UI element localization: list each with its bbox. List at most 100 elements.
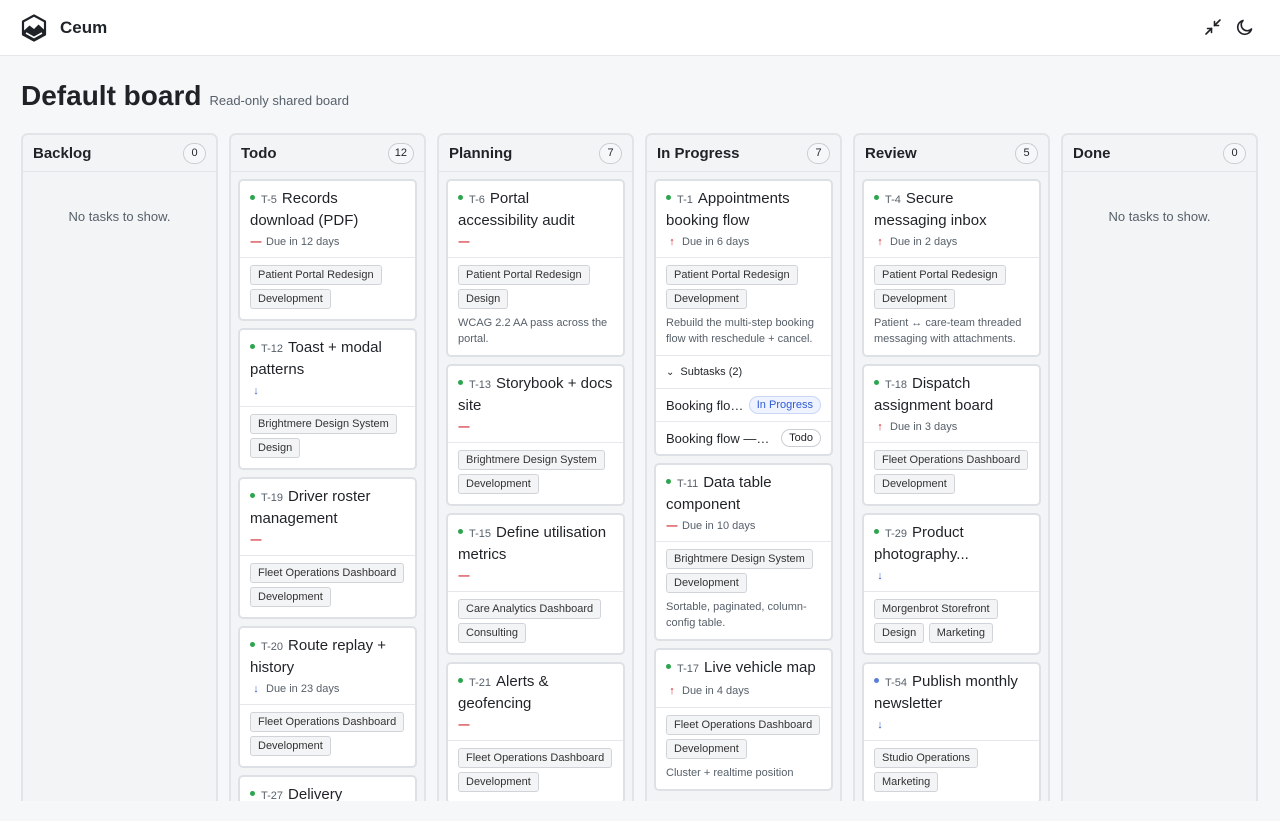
collapse-icon[interactable]	[1204, 18, 1222, 36]
status-dot	[250, 194, 255, 200]
task-description: Rebuild the multi-step booking flow with…	[666, 317, 814, 345]
empty-state: No tasks to show.	[68, 209, 171, 224]
column-count-badge: 0	[183, 142, 206, 164]
column-header: In Progress 7	[647, 135, 840, 172]
project-tag: Studio Operations	[874, 748, 979, 768]
task-id: T-20	[261, 641, 284, 653]
category-tag: Development	[666, 573, 747, 593]
project-tag: Brightmere Design System	[666, 549, 813, 569]
category-tag: Marketing	[874, 772, 939, 792]
task-card[interactable]: T-18 Dispatch assignment board ↑ Due in 3 …	[862, 364, 1041, 506]
task-id: T-6	[469, 194, 485, 206]
project-tag: Patient Portal Redesign	[250, 265, 382, 285]
due-date: Due in 23 days	[266, 682, 340, 695]
priority-medium-icon: —	[458, 718, 470, 731]
task-card[interactable]: T-11 Data table component — Due in 10 days…	[654, 463, 833, 641]
project-tag: Brightmere Design System	[458, 450, 605, 470]
task-description: WCAG 2.2 AA pass across the portal.	[458, 317, 608, 345]
column-header: Done 0	[1063, 135, 1256, 172]
page-subtitle: Read-only shared board	[209, 93, 349, 108]
task-id: T-4	[885, 194, 901, 206]
project-tag: Morgenbrot Storefront	[874, 599, 998, 619]
column-header: Todo 12	[231, 135, 424, 172]
column-count-badge: 12	[387, 142, 414, 164]
task-card[interactable]: T-20 Route replay + history ↓ Due in 23 da…	[238, 626, 417, 768]
app-logo-icon[interactable]	[20, 13, 48, 42]
task-card[interactable]: T-19 Driver roster management — Fleet Ope…	[238, 477, 417, 619]
due-date: Due in 12 days	[266, 235, 340, 248]
priority-low-icon: ↓	[253, 384, 259, 397]
task-id: T-13	[469, 379, 492, 391]
column-todo: Todo 12 T-5 Records download (PDF) — Due i…	[229, 133, 426, 801]
task-card[interactable]: T-4 Secure messaging inbox ↑ Due in 2 days…	[862, 179, 1041, 357]
task-card[interactable]: T-54 Publish monthly newsletter ↓ Studio …	[862, 662, 1041, 801]
due-date: Due in 10 days	[682, 519, 756, 532]
category-tag: Development	[250, 736, 331, 756]
task-card[interactable]: T-1 Appointments booking flow ↑ Due in 6 d…	[654, 179, 833, 456]
project-tag: Fleet Operations Dashboard	[874, 450, 1029, 470]
due-date: Due in 4 days	[682, 685, 750, 697]
subtasks-toggle[interactable]: ⌄ Subtasks (2)	[656, 355, 831, 388]
subtask-name: Booking flow — API	[666, 430, 771, 446]
task-id: T-27	[261, 790, 284, 801]
project-tag: Fleet Operations Dashboard	[458, 748, 613, 768]
task-card[interactable]: T-13 Storybook + docs site — Brightmere D…	[446, 364, 625, 506]
status-badge: In Progress	[748, 396, 821, 414]
column-title: Done	[1073, 144, 1111, 162]
category-tag: Development	[458, 474, 539, 494]
task-title: Live vehicle map	[704, 659, 816, 676]
project-tag: Fleet Operations Dashboard	[250, 563, 405, 583]
priority-low-icon: ↓	[253, 682, 259, 695]
column-header: Backlog 0	[23, 135, 216, 172]
column-planning: Planning 7 T-6 Portal accessibility audit…	[437, 133, 634, 801]
column-title: Backlog	[33, 144, 92, 162]
category-tag: Development	[458, 772, 539, 792]
task-card[interactable]: T-17 Live vehicle map ↑ Due in 4 days Flee…	[654, 648, 833, 791]
project-tag: Patient Portal Redesign	[874, 265, 1006, 285]
subtask-row[interactable]: Booking flow — API Todo	[656, 421, 831, 454]
task-card[interactable]: T-12 Toast + modal patterns ↓ Brightmere …	[238, 328, 417, 470]
project-tag: Fleet Operations Dashboard	[250, 712, 405, 732]
column-title: Review	[865, 144, 917, 162]
status-dot	[666, 194, 671, 200]
project-tag: Patient Portal Redesign	[458, 265, 590, 285]
status-dot	[250, 641, 255, 647]
subtask-row[interactable]: Booking flow — UI In Progress	[656, 388, 831, 421]
due-date: Due in 6 days	[682, 235, 750, 248]
kanban-board: Backlog 0 No tasks to show. Todo 12 T-5 R…	[21, 133, 1261, 801]
priority-low-icon: ↓	[877, 718, 883, 731]
task-card[interactable]: T-15 Define utilisation metrics — Care An…	[446, 513, 625, 655]
task-card[interactable]: T-6 Portal accessibility audit — Patient …	[446, 179, 625, 357]
page-title: Default board	[21, 80, 202, 111]
priority-medium-icon: —	[458, 569, 470, 582]
column-title: In Progress	[657, 144, 740, 162]
task-id: T-17	[677, 663, 700, 675]
task-id: T-21	[469, 677, 492, 689]
category-tag: Development	[250, 289, 331, 309]
chevron-down-icon: ⌄	[666, 366, 675, 378]
task-card[interactable]: T-29 Product photography... ↓ Morgenbrot …	[862, 513, 1041, 655]
status-dot	[874, 677, 879, 683]
priority-medium-icon: —	[250, 533, 262, 546]
category-tag: Development	[250, 587, 331, 607]
status-badge: Todo	[781, 429, 821, 447]
status-dot	[458, 528, 463, 534]
column-count-badge: 5	[1015, 142, 1038, 164]
task-id: T-15	[469, 528, 492, 540]
category-tag: Development	[666, 738, 747, 759]
task-id: T-19	[261, 492, 284, 504]
task-id: T-54	[885, 677, 908, 689]
status-dot	[874, 194, 879, 200]
task-card[interactable]: T-5 Records download (PDF) — Due in 12 day…	[238, 179, 417, 321]
task-card[interactable]: T-27Delivery scheduling...	[238, 775, 417, 801]
category-tag: Marketing	[928, 623, 993, 643]
moon-icon[interactable]	[1236, 18, 1254, 36]
column-count-badge: 7	[599, 142, 622, 164]
status-dot	[458, 379, 463, 385]
status-dot	[458, 194, 463, 200]
column-backlog: Backlog 0 No tasks to show.	[21, 133, 218, 801]
status-dot	[458, 677, 463, 683]
task-card[interactable]: T-21 Alerts & geofencing — Fleet Operatio…	[446, 662, 625, 801]
priority-high-icon: ↑	[669, 685, 675, 697]
app-name: Ceum	[60, 17, 108, 37]
